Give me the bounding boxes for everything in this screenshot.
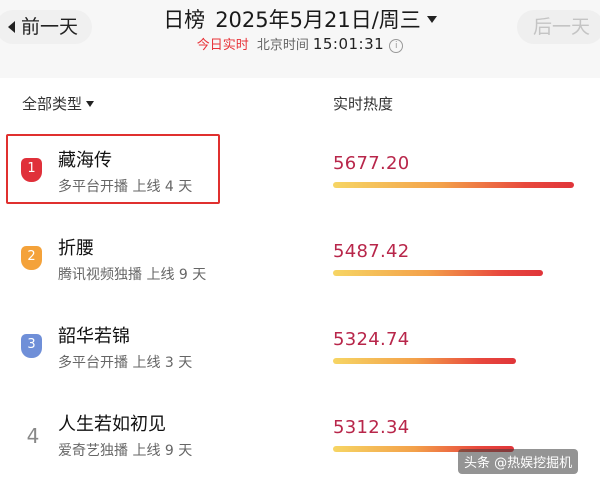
- rank-badge-icon: 2: [21, 246, 42, 270]
- heat-value: 5677.20: [333, 153, 410, 174]
- realtime-line: 今日实时 北京时间 15:01:31 i: [0, 34, 600, 53]
- ranking-row[interactable]: 1 藏海传多平台开播 上线 4 天 5677.20: [0, 134, 600, 220]
- show-meta: 腾讯视频独播 上线 9 天: [58, 267, 207, 283]
- next-day-label: 后一天: [532, 16, 590, 38]
- ranking-row[interactable]: 3 韶华若锦多平台开播 上线 3 天 5324.74: [0, 310, 600, 396]
- header-bar: 前一天 日榜 2025年5月21日/周三 今日实时 北京时间 15:01:31 i 后一…: [0, 0, 600, 78]
- heat-column-header: 实时热度: [333, 95, 394, 113]
- heat-bar: [333, 358, 516, 364]
- next-day-button[interactable]: 后一天: [516, 10, 600, 44]
- heat-value: 5312.34: [333, 417, 410, 438]
- heat-value: 5487.42: [333, 241, 410, 262]
- date-text: 2025年5月21日/周三: [215, 8, 421, 32]
- show-title[interactable]: 折腰: [58, 234, 94, 260]
- watermark: 头条 @热娱挖掘机: [458, 449, 579, 474]
- dropdown-arrow-icon: [86, 100, 95, 107]
- info-icon[interactable]: i: [389, 38, 404, 53]
- heat-value: 5324.74: [333, 329, 410, 350]
- ranking-row[interactable]: 2 折腰腾讯视频独播 上线 9 天 5487.42: [0, 222, 600, 308]
- heat-bar: [333, 182, 574, 188]
- show-title[interactable]: 人生若如初见: [58, 410, 166, 436]
- show-title[interactable]: 藏海传: [58, 146, 112, 172]
- date-selector[interactable]: 日榜 2025年5月21日/周三: [0, 4, 600, 34]
- show-title[interactable]: 韶华若锦: [58, 322, 130, 348]
- triangle-down-icon: [426, 15, 437, 23]
- type-filter-label: 全部类型: [22, 95, 83, 113]
- rank-badge-icon: 3: [21, 334, 42, 358]
- show-meta: 多平台开播 上线 4 天: [58, 179, 193, 195]
- realtime-label: 今日实时: [196, 38, 249, 53]
- heat-bar: [333, 270, 543, 276]
- rank-number: 4: [26, 424, 40, 448]
- rank-badge-icon: 1: [21, 158, 42, 182]
- current-time: 15:01:31: [312, 35, 385, 53]
- type-filter-dropdown[interactable]: 全部类型: [22, 93, 95, 114]
- show-meta: 多平台开播 上线 3 天: [58, 355, 193, 371]
- board-title: 日榜: [163, 8, 206, 32]
- timezone-label: 北京时间: [256, 38, 309, 53]
- show-meta: 爱奇艺独播 上线 9 天: [58, 443, 193, 459]
